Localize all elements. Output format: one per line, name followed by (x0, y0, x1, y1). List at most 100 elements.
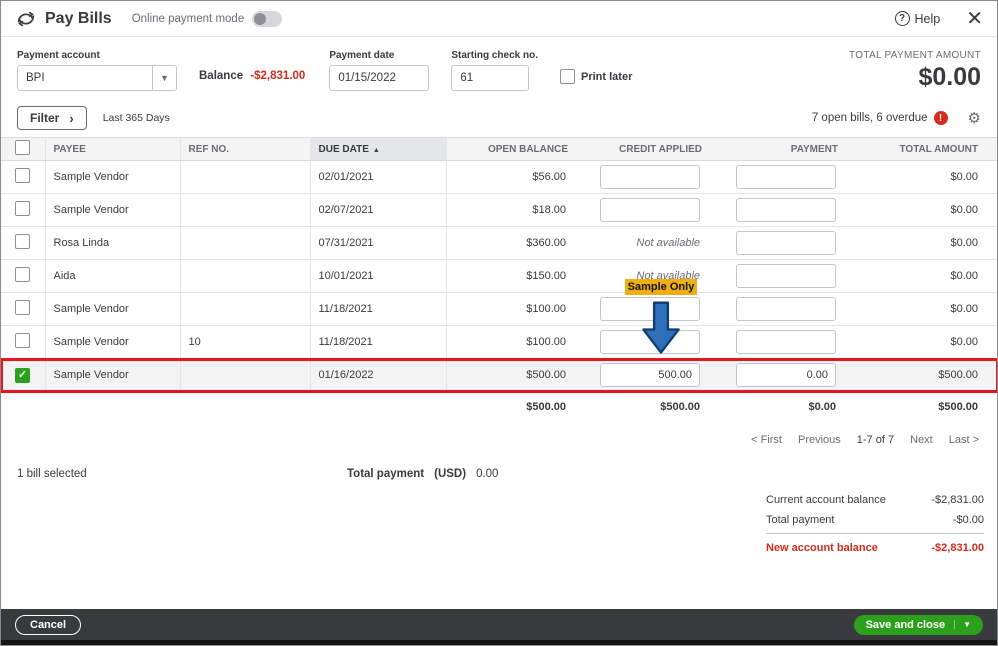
starting-check-label: Starting check no. (451, 50, 538, 61)
close-icon[interactable]: ✕ (966, 9, 983, 29)
bottom-strip (1, 640, 997, 645)
table-row: Rosa Linda 07/31/2021 $360.00 Not availa… (1, 226, 997, 260)
credit-applied-cell (576, 160, 710, 194)
table-row: Sample Vendor 11/18/2021 $100.00 $0.00 (1, 292, 997, 326)
column-header-credit-applied[interactable]: CREDIT APPLIED (576, 137, 710, 161)
credit-not-available-label: Not available (636, 237, 700, 249)
balance-value: -$2,831.00 (250, 70, 306, 82)
help-button[interactable]: ? Help (894, 11, 941, 26)
payment-input[interactable] (736, 264, 836, 288)
ref-no-cell (180, 259, 311, 293)
credit-applied-input[interactable] (600, 165, 700, 189)
pagination-last[interactable]: Last > (949, 434, 979, 446)
ref-no-cell (180, 193, 311, 227)
save-and-close-button[interactable]: Save and close ▼ (853, 614, 983, 635)
filter-button[interactable]: Filter › (17, 106, 87, 130)
due-date-cell: 07/31/2021 (310, 226, 447, 260)
total-payment-currency: (USD) (434, 467, 467, 480)
credit-applied-input[interactable] (600, 198, 700, 222)
open-balance-cell: $56.00 (446, 160, 576, 194)
pay-bills-icon (17, 11, 35, 26)
current-balance-row: Current account balance -$2,831.00 (766, 490, 984, 510)
save-dropdown-caret-icon: ▼ (954, 620, 971, 629)
payment-input[interactable] (736, 297, 836, 321)
open-balance-cell: $500.00 (446, 358, 576, 392)
row-checkbox[interactable] (15, 367, 30, 383)
payment-date-input[interactable] (329, 65, 430, 91)
help-label: Help (914, 11, 941, 26)
payee-cell: Aida (45, 259, 181, 293)
open-balance-cell: $150.00 (446, 259, 576, 293)
row-checkbox[interactable] (15, 333, 30, 348)
payment-input[interactable] (736, 165, 836, 189)
totals-row: $500.00 $500.00 $0.00 $500.00 (1, 392, 997, 422)
payment-input[interactable] (736, 198, 836, 222)
total-amount-cell: $500.00 (846, 358, 997, 392)
credit-applied-input[interactable] (600, 363, 700, 387)
total-payment-label: Total payment (347, 467, 425, 480)
row-checkbox[interactable] (15, 267, 30, 282)
print-later-checkbox[interactable] (560, 69, 575, 84)
credit-applied-cell (576, 193, 710, 227)
credit-applied-cell (576, 292, 710, 326)
credit-applied-input[interactable] (600, 330, 700, 354)
sort-ascending-icon: ▲ (372, 146, 380, 154)
due-date-cell: 01/16/2022 (310, 358, 447, 392)
credit-applied-cell: Not available (576, 226, 710, 260)
due-date-cell: 11/18/2021 (310, 292, 447, 326)
ref-no-cell (180, 358, 311, 392)
credit-not-available-label: Not available (636, 270, 700, 282)
due-date-cell: 02/07/2021 (310, 193, 447, 227)
payment-cell (710, 259, 846, 293)
column-header-payee[interactable]: PAYEE (45, 137, 181, 161)
pagination-first[interactable]: < First (751, 434, 782, 446)
online-payment-toggle[interactable] (252, 10, 283, 27)
row-checkbox[interactable] (15, 168, 30, 183)
payee-cell: Sample Vendor (45, 193, 181, 227)
cancel-button[interactable]: Cancel (15, 614, 82, 635)
payment-cell (710, 226, 846, 260)
payment-input[interactable] (736, 363, 836, 387)
chevron-down-icon: ▼ (152, 66, 176, 90)
top-header: Pay Bills Online payment mode ? Help ✕ (1, 1, 997, 37)
column-header-open-balance[interactable]: OPEN BALANCE (446, 137, 576, 161)
starting-check-input[interactable] (451, 65, 530, 91)
chevron-right-icon: › (69, 110, 74, 126)
row-checkbox[interactable] (15, 300, 30, 315)
payment-account-select[interactable]: BPI ▼ (17, 65, 177, 91)
footer-bar: Cancel Save and close ▼ (1, 609, 997, 640)
pagination: < First Previous 1-7 of 7 Next Last > (1, 422, 997, 454)
column-header-ref-no[interactable]: REF NO. (180, 137, 311, 161)
payment-account-value: BPI (26, 72, 45, 84)
filter-bar: Filter › Last 365 Days 7 open bills, 6 o… (1, 101, 997, 137)
credit-applied-cell (576, 325, 710, 359)
gear-icon[interactable]: ⚙ (968, 109, 981, 127)
row-checkbox[interactable] (15, 201, 30, 216)
total-amount-cell: $0.00 (846, 325, 997, 359)
form-bar: Payment account BPI ▼ Balance -$2,831.00… (1, 37, 997, 101)
save-and-close-label: Save and close (865, 618, 946, 631)
totals-total-amount: $500.00 (938, 400, 978, 413)
payment-account-label: Payment account (17, 50, 100, 61)
pagination-previous[interactable]: Previous (798, 434, 841, 446)
totals-open-balance: $500.00 (526, 400, 566, 413)
new-balance-row: New account balance -$2,831.00 (766, 532, 984, 558)
payment-input[interactable] (736, 231, 836, 255)
payment-date-label: Payment date (329, 50, 395, 61)
table-row: Sample Vendor 02/07/2021 $18.00 $0.00 (1, 193, 997, 227)
credit-applied-cell: Not available (576, 259, 710, 293)
column-header-due-date[interactable]: DUE DATE ▲ (310, 137, 447, 161)
column-header-total-amount[interactable]: TOTAL AMOUNT (846, 137, 997, 161)
credit-applied-input[interactable] (600, 297, 700, 321)
payee-cell: Sample Vendor (45, 160, 181, 194)
page-title: Pay Bills (45, 9, 112, 27)
row-checkbox[interactable] (15, 234, 30, 249)
ref-no-cell (180, 292, 311, 326)
help-icon: ? (894, 11, 910, 26)
column-header-payment[interactable]: PAYMENT (710, 137, 846, 161)
pagination-next[interactable]: Next (910, 434, 933, 446)
summary-total-payment-value: -$0.00 (952, 513, 984, 526)
payment-input[interactable] (736, 330, 836, 354)
summary-total-payment-label: Total payment (766, 513, 835, 526)
select-all-checkbox[interactable] (15, 140, 30, 155)
